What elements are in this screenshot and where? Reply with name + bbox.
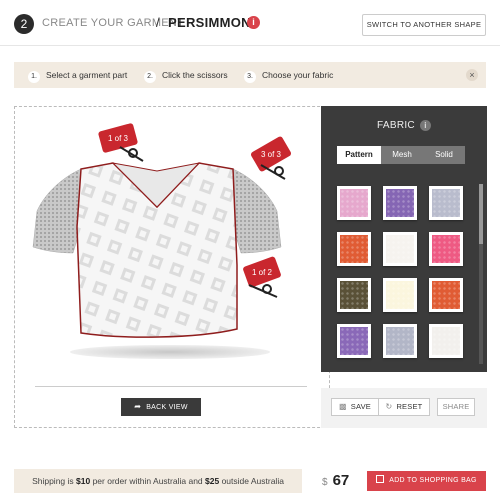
step-1-number: 1. (28, 71, 40, 83)
fabric-swatch[interactable] (429, 324, 463, 358)
reset-label: RESET (396, 402, 423, 411)
shipping-mid: per order within Australia and (90, 476, 206, 486)
share-button[interactable]: SHARE (437, 398, 475, 416)
back-view-label: BACK VIEW (146, 404, 188, 411)
info-icon[interactable]: i (419, 120, 431, 131)
step-2-label: Click the scissors (162, 70, 228, 80)
fabric-panel: FABRIC i Pattern Mesh Solid (321, 106, 487, 372)
scissors-icon[interactable]: 1 of 3 (98, 123, 144, 162)
save-icon: ▩ (338, 402, 347, 411)
step-3-number: 3. (244, 71, 256, 83)
garment-svg: 1 of 3 3 of 3 1 of 2 (32, 123, 292, 338)
close-icon[interactable]: × (466, 69, 478, 81)
scroll-thumb[interactable] (479, 184, 483, 244)
left-sleeve[interactable] (32, 168, 82, 254)
garment-canvas: 1 of 3 3 of 3 1 of 2 ➦ BACK VIEW (14, 106, 330, 428)
title-separator: / (156, 15, 160, 30)
fabric-swatch[interactable] (383, 278, 417, 312)
bag-icon (376, 475, 385, 483)
step-1-label: Select a garment part (46, 70, 128, 80)
shipping-intl: $25 (205, 476, 220, 486)
scissor-label-3: 1 of 2 (252, 268, 273, 277)
reset-icon: ↻ (385, 402, 393, 411)
fabric-swatch[interactable] (429, 278, 463, 312)
step-1: 1. Select a garment part (28, 62, 127, 88)
action-bar: ▩ SAVE ↻ RESET SHARE (321, 388, 487, 428)
reset-button[interactable]: ↻ RESET (378, 398, 430, 416)
shipping-info: Shipping is $10 per order within Austral… (14, 469, 302, 493)
header: 2 CREATE YOUR GARMENT / PERSIMMON i SWIT… (0, 0, 500, 46)
step-number: 2 (14, 14, 34, 34)
price: $67 (322, 472, 349, 489)
fabric-tabs: Pattern Mesh Solid (337, 146, 465, 164)
fabric-swatch[interactable] (383, 232, 417, 266)
add-to-bag-label: ADD TO SHOPPING BAG (389, 477, 477, 484)
add-to-bag-button[interactable]: ADD TO SHOPPING BAG (367, 471, 486, 491)
fabric-swatch[interactable] (337, 186, 371, 220)
fabric-title: FABRIC i (321, 120, 487, 131)
fabric-swatch[interactable] (429, 186, 463, 220)
info-icon[interactable]: i (247, 16, 260, 29)
tab-pattern[interactable]: Pattern (337, 146, 381, 164)
scissor-label-2: 3 of 3 (261, 150, 282, 159)
fabric-swatch[interactable] (383, 324, 417, 358)
scissors-icon[interactable]: 1 of 2 (242, 256, 281, 298)
canvas-divider (35, 386, 307, 387)
fabric-swatch[interactable] (337, 278, 371, 312)
shipping-au: $10 (76, 476, 91, 486)
shipping-prefix: Shipping is (32, 476, 77, 486)
back-view-button[interactable]: ➦ BACK VIEW (121, 398, 201, 416)
step-3: 3. Choose your fabric (244, 62, 333, 88)
save-button[interactable]: ▩ SAVE (331, 398, 379, 416)
fabric-swatch[interactable] (337, 232, 371, 266)
shipping-suffix: outside Australia (219, 476, 284, 486)
scissors-icon[interactable]: 3 of 3 (250, 135, 292, 180)
steps-bar: 1. Select a garment part 2. Click the scis… (14, 62, 486, 88)
step-2: 2. Click the scissors (144, 62, 228, 88)
tab-solid[interactable]: Solid (423, 146, 465, 164)
fabric-swatch[interactable] (337, 324, 371, 358)
fabric-swatch[interactable] (429, 232, 463, 266)
save-label: SAVE (350, 402, 372, 411)
create-garment-label: CREATE YOUR GARMENT (42, 17, 185, 29)
rotate-icon: ➦ (134, 402, 142, 411)
fabric-swatch[interactable] (383, 186, 417, 220)
fabric-title-text: FABRIC (377, 120, 415, 131)
scrollbar[interactable] (479, 184, 483, 364)
right-sleeve[interactable] (232, 168, 282, 254)
garment-name: PERSIMMON (168, 15, 251, 30)
currency-symbol: $ (322, 477, 328, 488)
switch-shape-button[interactable]: SWITCH TO ANOTHER SHAPE (362, 14, 486, 36)
scissor-label-1: 1 of 3 (108, 134, 129, 143)
step-3-label: Choose your fabric (262, 70, 334, 80)
step-2-number: 2. (144, 71, 156, 83)
tab-mesh[interactable]: Mesh (381, 146, 423, 164)
price-value: 67 (332, 472, 350, 489)
